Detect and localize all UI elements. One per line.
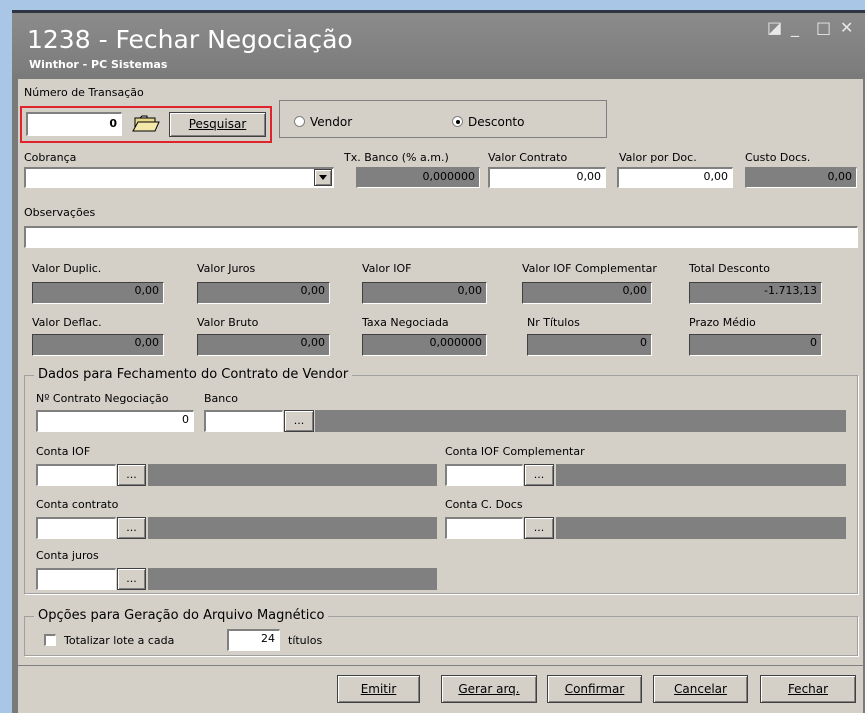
conta-iof-input[interactable] [36,464,116,486]
emitir-button[interactable]: Emitir [337,675,420,703]
fechar-button[interactable]: Fechar [760,675,856,703]
valor-deflac-label: Valor Deflac. [32,316,102,329]
conta-iof-description [148,464,437,486]
valor-iof-field: 0,00 [362,282,487,304]
valor-juros-label: Valor Juros [197,262,256,275]
bottom-divider [18,665,863,666]
window-subtitle: Winthor - PC Sistemas [29,58,168,71]
conta-iof-comp-lookup-button[interactable]: ... [524,464,554,486]
valor-iof-comp-field: 0,00 [522,282,652,304]
cobranca-select[interactable] [24,167,334,188]
custo-docs-field: 0,00 [745,167,857,188]
observacoes-label: Observações [24,206,96,219]
contrato-input[interactable]: 0 [36,410,194,432]
banco-lookup-button[interactable]: ... [284,410,314,432]
cancelar-label: Cancelar [674,682,727,696]
conta-contrato-input[interactable] [36,517,116,539]
titulos-label: títulos [288,634,323,647]
conta-iof-comp-input[interactable] [445,464,523,486]
chevron-down-icon[interactable] [314,169,332,186]
folder-icon[interactable] [127,112,163,136]
conta-iof-comp-label: Conta IOF Complementar [445,445,585,458]
conta-cdocs-label: Conta C. Docs [445,498,523,511]
fechar-label: Fechar [787,682,829,696]
totalizar-label: Totalizar lote a cada [64,634,175,647]
conta-juros-input[interactable] [36,568,116,590]
taxa-negociada-field: 0,000000 [362,334,487,356]
nr-titulos-label: Nr Títulos [527,316,580,329]
conta-iof-comp-description [556,464,846,486]
conta-iof-label: Conta IOF [36,445,91,458]
radio-vendor[interactable] [294,116,305,127]
totalizar-checkbox[interactable] [44,634,56,646]
conta-contrato-label: Conta contrato [36,498,119,511]
banco-input[interactable] [204,410,283,432]
valor-duplic-label: Valor Duplic. [32,262,102,275]
valor-bruto-field: 0,00 [197,334,330,356]
prazo-medio-label: Prazo Médio [689,316,756,329]
conta-cdocs-description [556,517,846,539]
valor-iof-label: Valor IOF [362,262,412,275]
banco-description [315,410,846,432]
gerar-arq-button[interactable]: Gerar arq. [441,675,537,703]
valor-duplic-field: 0,00 [32,282,164,304]
valor-bruto-label: Valor Bruto [197,316,259,329]
totalizar-input[interactable]: 24 [227,629,280,651]
conta-cdocs-lookup-button[interactable]: ... [524,517,554,539]
cobranca-label: Cobrança [24,151,77,164]
title-bar: 1238 - Fechar Negociação Winthor - PC Si… [12,10,865,74]
nr-titulos-field: 0 [527,334,652,356]
conta-juros-label: Conta juros [36,549,99,562]
valor-contrato-label: Valor Contrato [488,151,568,164]
valor-contrato-input[interactable]: 0,00 [488,167,606,188]
close-icon[interactable]: ✕ [840,19,853,37]
conta-cdocs-input[interactable] [445,517,523,539]
pesquisar-label: Pesquisar [188,117,247,131]
valor-iof-comp-label: Valor IOF Complementar [522,262,657,275]
radio-desconto-label: Desconto [468,115,525,129]
radio-vendor-label: Vendor [310,115,353,129]
confirmar-button[interactable]: Confirmar [547,675,642,703]
tx-banco-label: Tx. Banco (% a.m.) [344,151,449,164]
custo-docs-label: Custo Docs. [745,151,811,164]
observacoes-input[interactable] [24,226,858,248]
emitir-label: Emitir [360,682,397,696]
maximize-icon[interactable]: □ [816,19,831,37]
valor-deflac-field: 0,00 [32,334,164,356]
conta-contrato-lookup-button[interactable]: ... [117,517,146,539]
conta-juros-lookup-button[interactable]: ... [117,568,146,590]
minimize-icon[interactable]: _ [791,19,799,37]
transacao-input[interactable]: 0 [26,112,122,136]
gerar-arq-label: Gerar arq. [458,682,520,696]
contrato-label: Nº Contrato Negociação [36,392,169,405]
pesquisar-button[interactable]: Pesquisar [169,112,266,137]
vendor-group-title: Dados para Fechamento do Contrato de Ven… [34,367,353,383]
conta-contrato-description [148,517,437,539]
arquivo-group-title: Opções para Geração do Arquivo Magnético [34,608,329,624]
valor-juros-field: 0,00 [197,282,330,304]
total-desconto-label: Total Desconto [689,262,770,275]
taxa-negociada-label: Taxa Negociada [362,316,449,329]
valor-por-doc-label: Valor por Doc. [619,151,697,164]
banco-label: Banco [204,392,239,405]
prazo-medio-field: 0 [689,334,822,356]
restore-icon[interactable]: ◪ [767,19,782,37]
tx-banco-field: 0,000000 [356,167,480,188]
radio-desconto[interactable] [452,116,463,127]
confirmar-label: Confirmar [564,682,625,696]
conta-iof-lookup-button[interactable]: ... [117,464,146,486]
transacao-label: Número de Transação [24,86,144,99]
conta-juros-description [148,568,437,590]
total-desconto-field: -1.713,13 [689,282,822,304]
valor-por-doc-input[interactable]: 0,00 [617,167,733,188]
cancelar-button[interactable]: Cancelar [653,675,748,703]
window-title: 1238 - Fechar Negociação [27,25,353,54]
